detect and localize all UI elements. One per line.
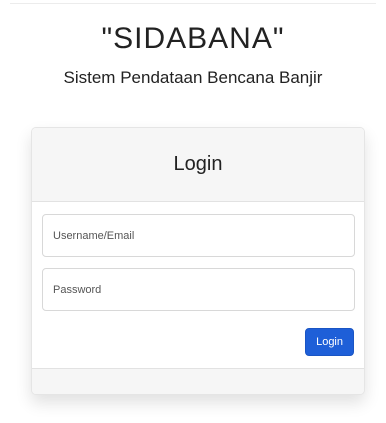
button-row: Login [42,328,354,356]
login-form: Login [32,202,364,368]
app-name: "SIDABANA" [101,22,285,55]
username-email-input[interactable] [42,214,355,257]
login-card: Login Login [31,127,365,395]
app-subtitle: Sistem Pendataan Bencana Banjir [63,68,323,87]
page-header: "SIDABANA" Sistem Pendataan Bencana Banj… [0,22,386,88]
password-input[interactable] [42,268,355,311]
top-divider [10,3,376,4]
login-button[interactable]: Login [305,328,354,356]
login-card-header: Login [32,128,364,202]
login-card-footer [32,368,364,394]
login-card-title: Login [173,153,223,175]
